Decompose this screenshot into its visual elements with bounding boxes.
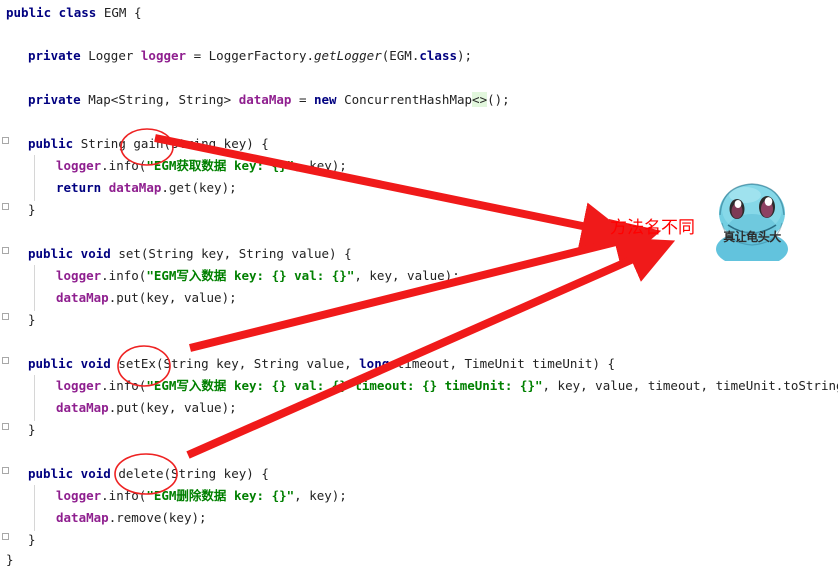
code-line: logger.info("EGM删除数据 key: {}", key); <box>56 488 347 503</box>
code-line: public void set(String key, String value… <box>28 246 352 261</box>
annotation-label: 方法名不同 <box>610 218 695 238</box>
code-line: } <box>28 312 36 327</box>
code-line: dataMap.put(key, value); <box>56 400 237 415</box>
code-line: logger.info("EGM写入数据 key: {} val: {}", k… <box>56 268 460 283</box>
code-line: public String gain(String key) { <box>28 136 269 151</box>
code-line: return dataMap.get(key); <box>56 180 237 195</box>
code-line: private Map<String, String> dataMap = ne… <box>28 92 510 107</box>
meme-caption: 真让龟头大 <box>723 230 781 244</box>
code-line: dataMap.put(key, value); <box>56 290 237 305</box>
code-line: public void delete(String key) { <box>28 466 269 481</box>
code-line: logger.info("EGM获取数据 key: {}", key); <box>56 158 347 173</box>
code-line: } <box>28 202 36 217</box>
squirtle-meme-image: 真让龟头大 <box>712 179 792 261</box>
code-line: private Logger logger = LoggerFactory.ge… <box>28 48 473 63</box>
code-editor[interactable]: public class EGM { private Logger logger… <box>0 0 838 568</box>
code-screenshot: public class EGM { private Logger logger… <box>0 0 838 568</box>
code-line: public class EGM { <box>6 5 142 20</box>
code-line: } <box>6 552 14 567</box>
code-line: logger.info("EGM写入数据 key: {} val: {} tim… <box>56 378 838 393</box>
code-line: dataMap.remove(key); <box>56 510 207 525</box>
code-line: } <box>28 532 36 547</box>
code-line: } <box>28 422 36 437</box>
code-line: public void setEx(String key, String val… <box>28 356 616 371</box>
